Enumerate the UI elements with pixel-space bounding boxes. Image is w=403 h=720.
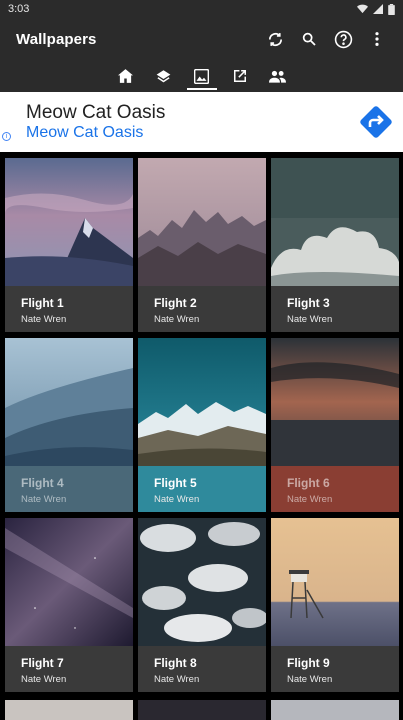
wallpaper-info: Flight 3 Nate Wren [271, 286, 399, 332]
app-bar: Wallpapers [0, 18, 403, 60]
wallpaper-card-peek[interactable] [138, 700, 266, 720]
wallpaper-info: Flight 9 Nate Wren [271, 646, 399, 692]
tab-collections[interactable] [145, 60, 183, 92]
wallpaper-info: Flight 8 Nate Wren [138, 646, 266, 692]
wifi-icon [357, 4, 368, 14]
wallpaper-thumbnail [5, 158, 133, 286]
more-vert-icon [375, 32, 379, 46]
overflow-menu-button[interactable] [367, 29, 387, 49]
wallpaper-author: Nate Wren [21, 674, 67, 685]
refresh-icon [268, 32, 282, 46]
tab-wallpapers[interactable] [183, 60, 221, 92]
wallpaper-card-peek[interactable] [271, 700, 399, 720]
wallpaper-title: Flight 4 [21, 476, 64, 490]
tab-home[interactable] [107, 60, 145, 92]
wallpaper-thumbnail [271, 158, 399, 286]
wallpaper-card[interactable]: Flight 6 Nate Wren [271, 338, 399, 512]
wallpaper-title: Flight 5 [154, 476, 197, 490]
wallpaper-info: Flight 4 Nate Wren [5, 466, 133, 512]
search-button[interactable] [299, 29, 319, 49]
status-time: 3:03 [8, 3, 30, 15]
app-title: Wallpapers [16, 30, 97, 48]
people-icon [269, 70, 286, 83]
wallpaper-card[interactable]: Flight 3 Nate Wren [271, 158, 399, 332]
wallpaper-info: Flight 7 Nate Wren [5, 646, 133, 692]
wallpaper-title: Flight 6 [287, 476, 330, 490]
wallpaper-author: Nate Wren [287, 494, 333, 505]
wallpaper-author: Nate Wren [154, 494, 200, 505]
wallpaper-card[interactable]: Flight 5 Nate Wren [138, 338, 266, 512]
ad-info-icon[interactable]: i [2, 132, 11, 141]
layers-icon [156, 69, 171, 82]
refresh-button[interactable] [265, 29, 285, 49]
wallpaper-thumbnail [271, 518, 399, 646]
help-button[interactable] [333, 29, 353, 49]
wallpaper-card[interactable]: Flight 1 Nate Wren [5, 158, 133, 332]
wallpaper-author: Nate Wren [21, 314, 67, 325]
wallpaper-info: Flight 5 Nate Wren [138, 466, 266, 512]
wallpaper-card[interactable]: Flight 4 Nate Wren [5, 338, 133, 512]
wallpaper-info: Flight 2 Nate Wren [138, 286, 266, 332]
wallpaper-thumbnail [5, 518, 133, 646]
home-icon [118, 69, 133, 83]
image-icon [194, 68, 209, 84]
app-actions [265, 29, 387, 49]
open-external-icon [233, 69, 246, 83]
wallpaper-title: Flight 8 [154, 656, 197, 670]
wallpaper-card[interactable]: Flight 8 Nate Wren [138, 518, 266, 692]
tab-open-external[interactable] [221, 60, 259, 92]
wallpaper-thumbnail [5, 338, 133, 466]
signal-icon [373, 4, 383, 14]
ad-cta-arrow-icon[interactable] [359, 105, 393, 139]
ad-subtitle[interactable]: Meow Cat Oasis [26, 124, 143, 142]
status-icons [357, 3, 395, 15]
wallpaper-title: Flight 3 [287, 296, 330, 310]
help-icon [334, 30, 352, 48]
wallpaper-thumbnail [138, 518, 266, 646]
wallpaper-grid: Flight 1 Nate Wren Flight 2 Nate Wren Fl… [5, 158, 399, 692]
wallpaper-thumbnail [271, 338, 399, 466]
search-icon [302, 32, 316, 46]
ad-title: Meow Cat Oasis [26, 102, 166, 123]
wallpaper-card[interactable]: Flight 9 Nate Wren [271, 518, 399, 692]
wallpaper-title: Flight 7 [21, 656, 64, 670]
wallpaper-author: Nate Wren [287, 674, 333, 685]
status-bar: 3:03 [0, 0, 403, 18]
wallpaper-card[interactable]: Flight 2 Nate Wren [138, 158, 266, 332]
wallpaper-title: Flight 2 [154, 296, 197, 310]
tab-bar [0, 60, 403, 92]
wallpaper-title: Flight 9 [287, 656, 330, 670]
wallpaper-author: Nate Wren [154, 674, 200, 685]
battery-icon [388, 3, 395, 15]
wallpaper-info: Flight 6 Nate Wren [271, 466, 399, 512]
next-row-peek [5, 700, 399, 720]
tab-people[interactable] [259, 60, 297, 92]
wallpaper-title: Flight 1 [21, 296, 64, 310]
wallpaper-thumbnail [138, 158, 266, 286]
wallpaper-thumbnail [138, 338, 266, 466]
wallpaper-card[interactable]: Flight 7 Nate Wren [5, 518, 133, 692]
wallpaper-card-peek[interactable] [5, 700, 133, 720]
ad-banner[interactable]: i Meow Cat Oasis Meow Cat Oasis [0, 92, 403, 152]
wallpaper-info: Flight 1 Nate Wren [5, 286, 133, 332]
wallpaper-author: Nate Wren [154, 314, 200, 325]
wallpaper-author: Nate Wren [21, 494, 67, 505]
wallpaper-author: Nate Wren [287, 314, 333, 325]
